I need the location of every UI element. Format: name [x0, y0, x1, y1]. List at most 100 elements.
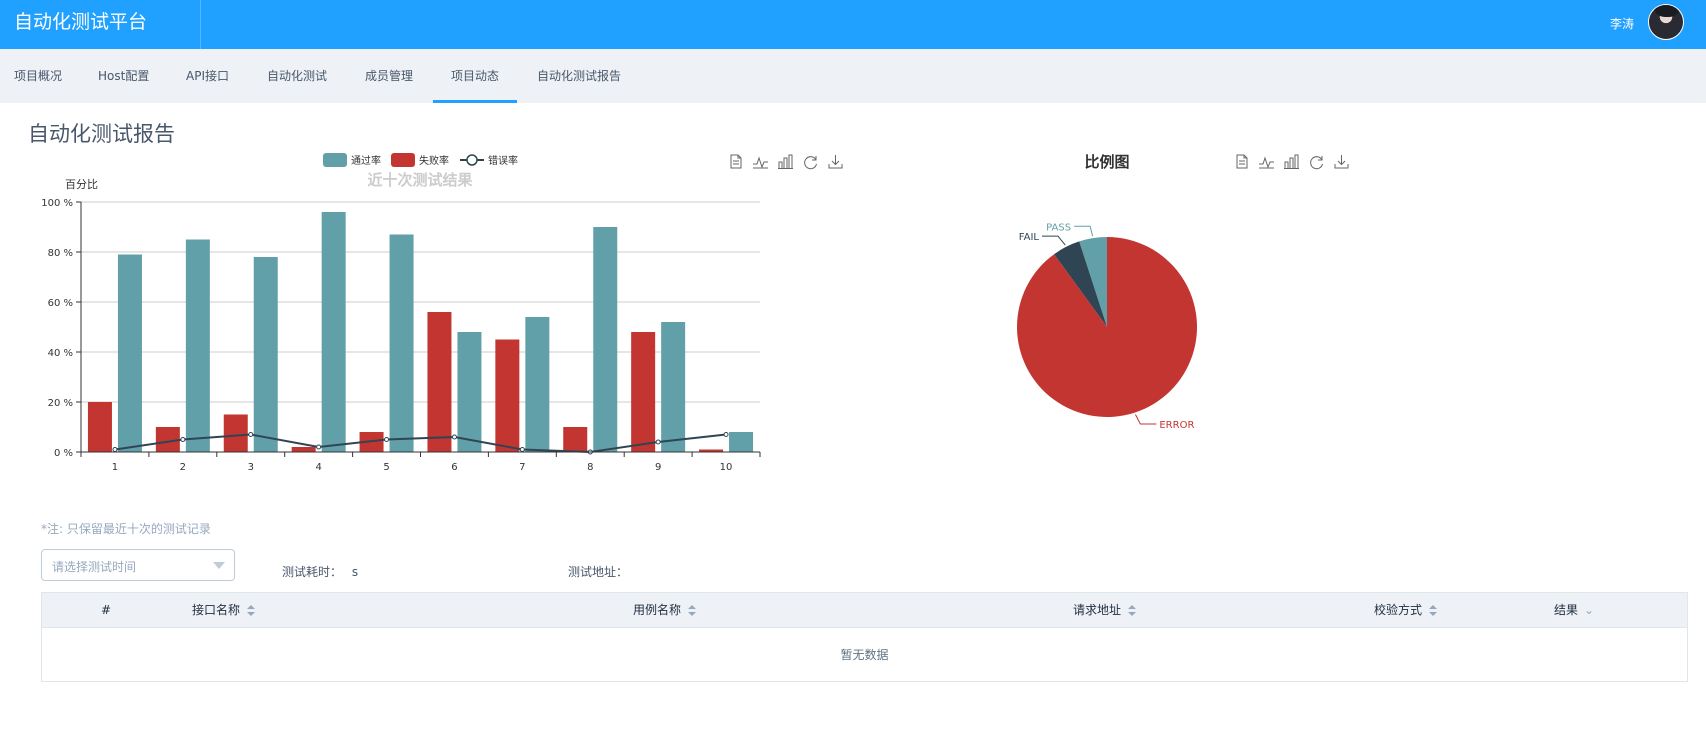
y-tick-label: 60 % [48, 298, 73, 309]
column-result-label: 结果 [1554, 603, 1579, 617]
legend-label[interactable]: 通过率 [351, 154, 381, 167]
restore-icon[interactable] [802, 153, 819, 170]
column-validation[interactable]: 校验方式 [1374, 593, 1438, 628]
pie-slice-error[interactable] [1017, 237, 1197, 417]
nav-item-auto-test[interactable]: 自动化测试 [253, 49, 341, 103]
legend-swatch[interactable] [323, 153, 347, 167]
bar-pass[interactable] [321, 212, 346, 452]
pie-chart-title: 比例图 [1084, 153, 1129, 171]
bar-fail[interactable] [631, 332, 656, 452]
y-tick-label: 0 % [54, 448, 73, 459]
error-rate-point[interactable] [316, 444, 322, 450]
bar-pass[interactable] [253, 257, 278, 452]
column-index: # [101, 593, 111, 628]
nav-item-api[interactable]: API接口 [172, 49, 243, 103]
data-view-icon[interactable] [727, 153, 744, 170]
error-rate-point[interactable] [112, 447, 118, 452]
y-tick-label: 100 % [41, 198, 73, 209]
pie-label-line [1134, 414, 1157, 425]
column-case-name[interactable]: 用例名称 [633, 593, 697, 628]
table-empty-text: 暂无数据 [840, 648, 889, 662]
bar-fail[interactable] [563, 427, 588, 452]
y-tick-label: 80 % [48, 248, 73, 259]
nav-item-overview[interactable]: 项目概况 [0, 49, 76, 103]
bar-pass[interactable] [525, 317, 550, 452]
column-case-name-label: 用例名称 [633, 603, 682, 617]
error-rate-point[interactable] [384, 437, 390, 442]
download-icon[interactable] [1333, 153, 1350, 170]
error-rate-point[interactable] [180, 437, 186, 442]
x-tick-label: 2 [180, 462, 186, 473]
pie-label-line [1074, 225, 1094, 237]
bar-pass[interactable] [185, 239, 210, 453]
bar-chart-icon[interactable] [1283, 153, 1300, 170]
sort-icon[interactable] [1429, 604, 1438, 617]
bar-fail[interactable] [427, 312, 452, 452]
test-duration-label: 测试耗时： [282, 565, 343, 579]
test-time-select[interactable]: 请选择测试时间 [41, 549, 235, 581]
bar-fail[interactable] [291, 447, 316, 452]
bar-chart-title: 近十次测试结果 [367, 171, 473, 189]
line-chart-icon[interactable] [1258, 153, 1275, 170]
bar-pass[interactable] [457, 332, 482, 452]
filter-chevron-icon[interactable]: ⌄ [1584, 593, 1594, 628]
nav-item-auto-test-report[interactable]: 自动化测试报告 [523, 49, 635, 103]
test-address: 测试地址： [568, 563, 628, 580]
restore-icon[interactable] [1308, 153, 1325, 170]
error-rate-point[interactable] [655, 439, 661, 445]
x-tick-label: 1 [112, 462, 118, 473]
bar-chart: 通过率 失败率 错误率 近十次测试结果 百分比 0 % 20 % 40 % 60 % 80 … [41, 153, 761, 473]
chevron-down-icon [213, 562, 225, 569]
y-tick-label: 40 % [48, 348, 73, 359]
bar-fail[interactable] [223, 414, 248, 453]
nav-item-project-activity[interactable]: 项目动态 [433, 49, 518, 103]
bar-fail[interactable] [495, 339, 520, 453]
nav-item-host-config[interactable]: Host配置 [84, 49, 163, 103]
legend-swatch[interactable] [391, 153, 415, 167]
column-result[interactable]: 结果 ⌄ [1554, 593, 1594, 628]
bar-chart-icon[interactable] [777, 153, 794, 170]
bar-pass[interactable] [661, 322, 686, 452]
test-address-label: 测试地址： [568, 565, 629, 579]
y-tick-label: 20 % [48, 398, 73, 409]
bar-pass[interactable] [593, 227, 618, 452]
x-tick-label: 7 [519, 462, 525, 473]
legend-marker[interactable] [466, 154, 478, 166]
user-name[interactable]: 李涛 [1610, 15, 1634, 32]
column-index-label: # [101, 603, 112, 617]
pie-label-error: ERROR [1159, 420, 1194, 431]
column-validation-label: 校验方式 [1374, 603, 1423, 617]
pie-chart: 比例图 PASS FAIL ERROR [1017, 153, 1197, 431]
error-rate-point[interactable] [723, 432, 729, 437]
bar-pass[interactable] [117, 254, 142, 453]
error-rate-point[interactable] [248, 432, 254, 437]
line-chart-icon[interactable] [752, 153, 769, 170]
app-brand[interactable]: 自动化测试平台 [0, 0, 201, 49]
pie-label-line [1041, 235, 1066, 246]
bar-fail[interactable] [87, 402, 112, 452]
results-table: # 接口名称 用例名称 请求地址 校验方式 结果 ⌄ 暂无数据 [41, 592, 1688, 682]
sort-icon[interactable] [688, 604, 697, 617]
pie-label-fail: FAIL [1019, 232, 1040, 243]
download-icon[interactable] [827, 153, 844, 170]
pie-label-pass: PASS [1046, 222, 1071, 233]
sort-icon[interactable] [1128, 604, 1137, 617]
bar-pass[interactable] [729, 432, 754, 452]
bar-chart-y-axis-label: 百分比 [65, 178, 98, 191]
nav-item-members[interactable]: 成员管理 [351, 49, 427, 103]
sort-icon[interactable] [247, 604, 256, 617]
data-view-icon[interactable] [1233, 153, 1250, 170]
legend-label[interactable]: 失败率 [419, 154, 449, 167]
column-api-name[interactable]: 接口名称 [192, 593, 256, 628]
x-tick-label: 9 [655, 462, 661, 473]
error-rate-point[interactable] [519, 447, 525, 452]
column-request-url[interactable]: 请求地址 [1073, 593, 1137, 628]
test-duration: 测试耗时： s [282, 563, 358, 580]
user-avatar[interactable] [1648, 4, 1684, 40]
error-rate-point[interactable] [451, 434, 457, 440]
bar-pass[interactable] [389, 234, 414, 453]
page-title: 自动化测试报告 [28, 122, 175, 146]
legend-label[interactable]: 错误率 [488, 154, 518, 167]
bar-chart-legend[interactable]: 通过率 失败率 错误率 [323, 153, 518, 167]
x-tick-label: 8 [587, 462, 593, 473]
